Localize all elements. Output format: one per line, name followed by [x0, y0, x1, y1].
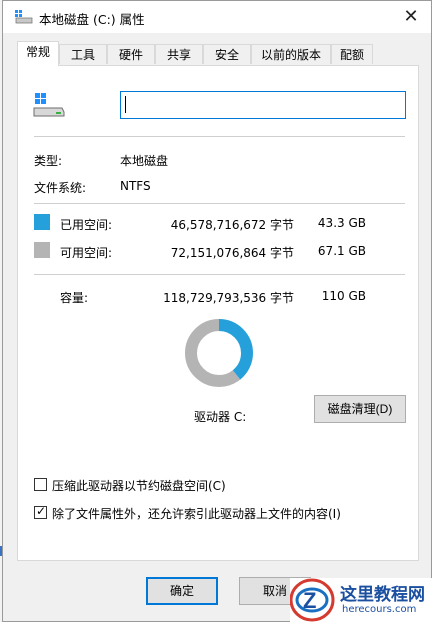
drive-letter-label: 驱动器 C: — [194, 410, 247, 424]
window-title: 本地磁盘 (C:) 属性 — [39, 12, 145, 27]
divider — [34, 274, 405, 275]
filesystem-label: 文件系统: — [34, 181, 87, 195]
used-space-size: 43.3 GB — [317, 216, 366, 230]
used-space-swatch — [34, 214, 50, 230]
tab-general[interactable]: 常规 — [17, 41, 59, 66]
disk-usage-chart — [185, 319, 253, 387]
watermark-site-name: 这里教程网 — [340, 585, 425, 605]
general-panel: 类型: 本地磁盘 文件系统: NTFS 已用空间: 46,578,716,672… — [17, 65, 419, 561]
free-space-label: 可用空间: — [60, 246, 113, 260]
free-space-size: 67.1 GB — [317, 244, 366, 258]
compress-checkbox[interactable] — [34, 478, 47, 491]
free-space-bytes: 72,151,076,864 字节 — [170, 246, 294, 260]
properties-dialog: 本地磁盘 (C:) 属性 ✕ 常规 工具 硬件 共享 安全 以前的版本 配额 类… — [2, 0, 432, 622]
free-space-swatch — [34, 242, 50, 258]
tab-previous-versions[interactable]: 以前的版本 — [251, 44, 331, 64]
tab-sharing[interactable]: 共享 — [155, 44, 203, 64]
capacity-label: 容量: — [60, 291, 89, 305]
tab-hardware[interactable]: 硬件 — [107, 44, 155, 64]
drive-icon — [15, 10, 33, 24]
used-space-bytes: 46,578,716,672 字节 — [170, 218, 294, 232]
divider — [34, 136, 405, 137]
type-label: 类型: — [34, 154, 63, 168]
capacity-size: 110 GB — [321, 289, 366, 303]
watermark-site-domain: herecours.com — [342, 604, 417, 615]
checkmark-icon: ✓ — [36, 504, 47, 518]
tab-tools[interactable]: 工具 — [59, 44, 107, 64]
volume-name-input[interactable] — [120, 91, 406, 119]
close-icon[interactable]: ✕ — [399, 5, 423, 29]
tab-security[interactable]: 安全 — [203, 44, 251, 64]
text-caret — [125, 96, 126, 113]
used-space-label: 已用空间: — [60, 218, 113, 232]
drive-icon — [33, 93, 65, 117]
index-checkbox[interactable]: ✓ — [34, 504, 47, 519]
divider — [34, 203, 405, 204]
capacity-bytes: 118,729,793,536 字节 — [163, 291, 294, 305]
disk-cleanup-button[interactable]: 磁盘清理(D) — [314, 395, 406, 423]
svg-text:Z: Z — [303, 588, 316, 613]
type-value: 本地磁盘 — [120, 154, 169, 168]
compress-checkbox-label[interactable]: 压缩此驱动器以节约磁盘空间(C) — [52, 477, 226, 494]
filesystem-value: NTFS — [120, 179, 151, 193]
watermark-logo: Z 这里教程网 herecours.com — [289, 578, 435, 622]
index-checkbox-label[interactable]: 除了文件属性外，还允许索引此驱动器上文件的内容(I) — [52, 505, 341, 522]
title-bar: 本地磁盘 (C:) 属性 ✕ — [3, 1, 431, 33]
tab-quota[interactable]: 配额 — [331, 44, 373, 64]
ok-button[interactable]: 确定 — [146, 577, 218, 605]
